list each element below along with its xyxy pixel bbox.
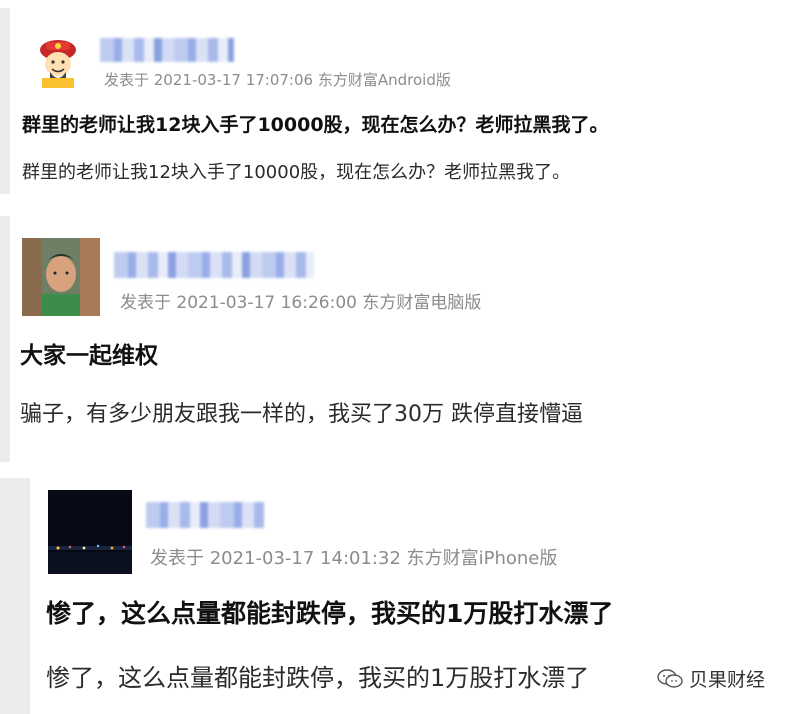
post-1: 发表于 2021-03-17 17:07:06 东方财富Android版 群里的…: [0, 8, 789, 194]
post-title[interactable]: 大家一起维权: [20, 336, 158, 370]
avatar[interactable]: [48, 490, 132, 574]
post-title[interactable]: 群里的老师让我12块入手了10000股，现在怎么办？老师拉黑我了。: [22, 110, 609, 137]
post-divider: [0, 478, 30, 714]
post-meta: 发表于 2021-03-17 16:26:00 东方财富电脑版: [120, 293, 482, 313]
avatar[interactable]: [22, 238, 100, 316]
watermark: 贝果财经: [657, 665, 765, 692]
post-meta: 发表于 2021-03-17 14:01:32 东方财富iPhone版: [150, 548, 558, 569]
wechat-icon: [657, 668, 683, 688]
post-divider: [0, 8, 10, 194]
username-blurred[interactable]: [100, 38, 234, 62]
post-meta: 发表于 2021-03-17 17:07:06 东方财富Android版: [104, 71, 451, 89]
post-2: 发表于 2021-03-17 16:26:00 东方财富电脑版 大家一起维权 骗…: [0, 216, 789, 462]
post-body: 群里的老师让我12块入手了10000股，现在怎么办？老师拉黑我了。: [22, 162, 571, 183]
post-title[interactable]: 惨了，这么点量都能封跌停，我买的1万股打水漂了: [46, 594, 613, 630]
night-city-avatar-icon: [48, 490, 132, 574]
watermark-label: 贝果财经: [688, 669, 765, 691]
username-blurred[interactable]: [114, 252, 314, 278]
post-body: 骗子，有多少朋友跟我一样的，我买了30万 跌停直接懵逼: [20, 402, 583, 427]
username-blurred[interactable]: [146, 502, 264, 528]
caishen-avatar-icon: [32, 36, 84, 88]
post-divider: [0, 216, 10, 462]
avatar[interactable]: [32, 36, 84, 88]
post-body: 惨了，这么点量都能封跌停，我买的1万股打水漂了: [46, 664, 590, 692]
user-photo-avatar-icon: [22, 238, 100, 316]
